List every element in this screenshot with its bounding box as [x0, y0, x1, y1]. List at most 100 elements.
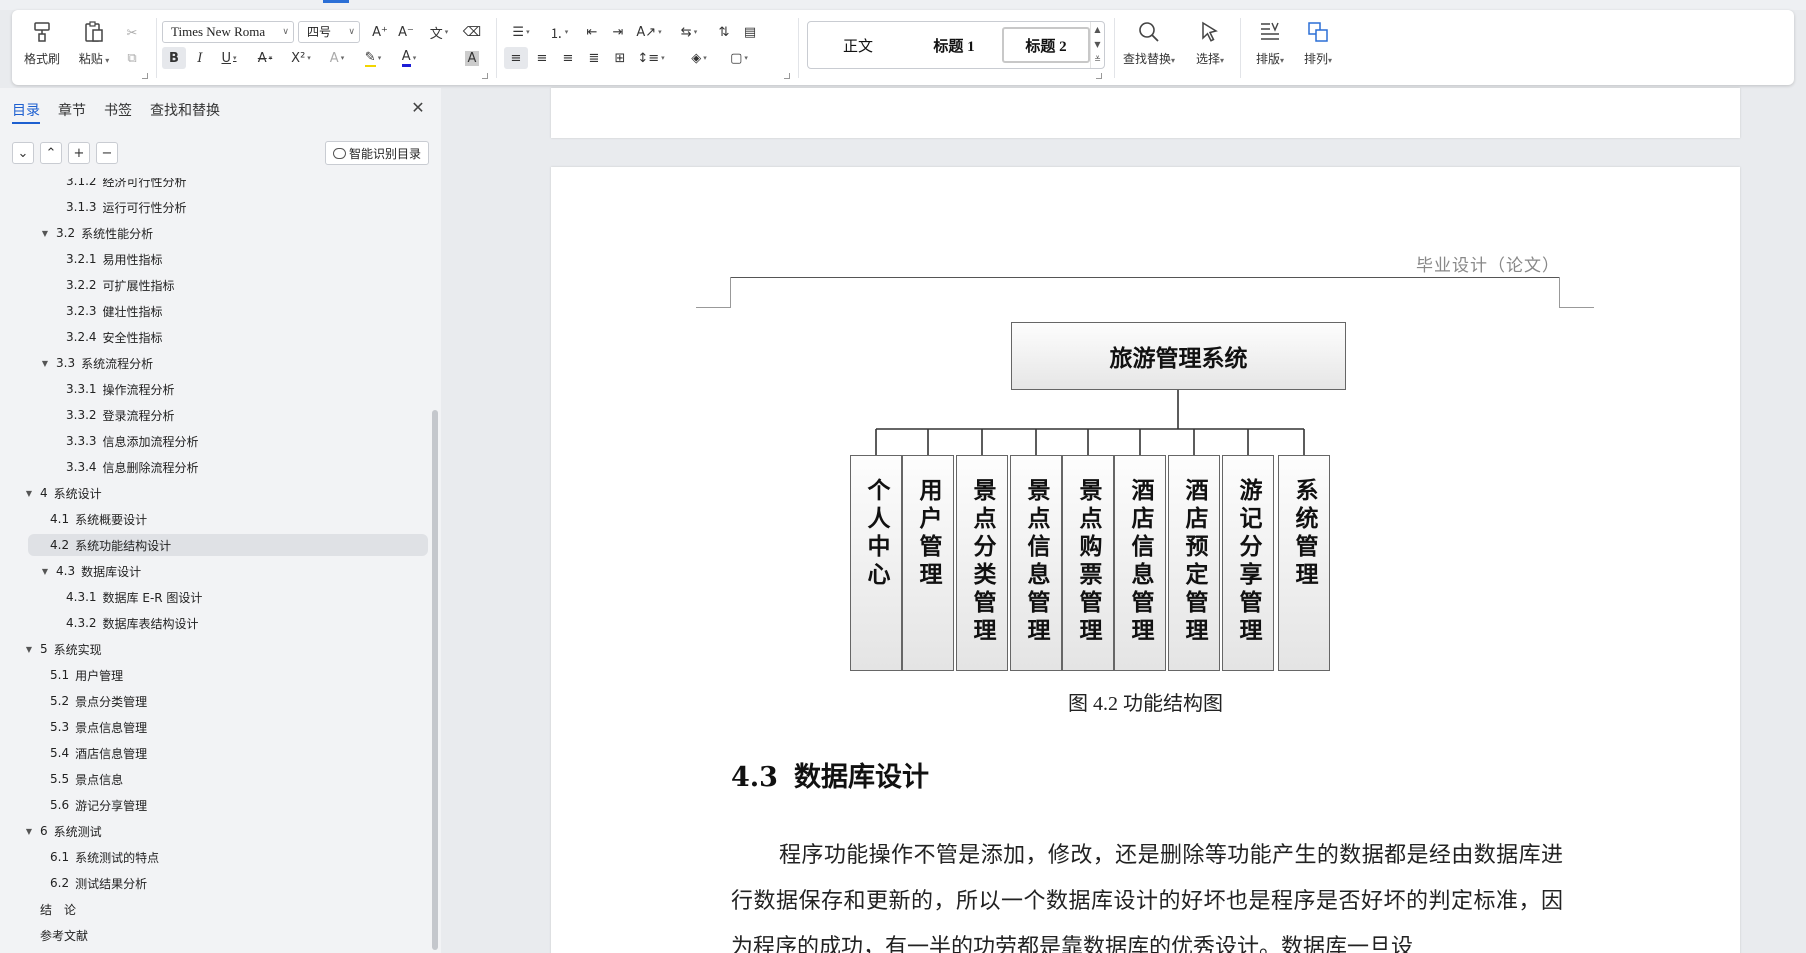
tab-bookmarks[interactable]: 书签 [104, 100, 132, 124]
style-heading-2[interactable]: 标题 2 [1002, 27, 1090, 63]
style-normal[interactable]: 正文 [814, 27, 902, 63]
style-heading-1[interactable]: 标题 1 [910, 27, 998, 63]
toc-item[interactable]: ▼ 3.3 系统流程分析 [0, 352, 153, 374]
toc-item[interactable]: ▼ 6 系统测试 [0, 820, 102, 842]
paragraph-launcher-icon[interactable] [784, 73, 790, 79]
tab-toc[interactable]: 目录 [12, 100, 40, 124]
toc-item[interactable]: 3.2.4 安全性指标 [0, 326, 163, 348]
select-button[interactable]: 选择▾ [1186, 16, 1234, 78]
toc-item[interactable]: 3.3.1 操作流程分析 [0, 378, 175, 400]
toc-item[interactable]: 5.5 景点信息 [0, 768, 123, 790]
toc-item[interactable]: 3.3.3 信息添加流程分析 [0, 430, 199, 452]
highlight-button[interactable]: ✎ ▾ [356, 47, 390, 69]
chevron-down-icon[interactable]: ▼ [1091, 37, 1104, 52]
format-painter-button[interactable]: 格式刷 [18, 16, 66, 78]
style-gallery-scroll[interactable]: ▲ ▼ ≚ [1090, 22, 1104, 68]
expand-down-button[interactable]: ⌄ [12, 142, 34, 164]
underline-button[interactable]: U ▾ [212, 47, 246, 69]
clipboard-launcher-icon[interactable] [142, 73, 148, 79]
toc-item[interactable]: 3.1.3 运行可行性分析 [0, 196, 187, 218]
toc-item[interactable]: 6.2 测试结果分析 [0, 872, 147, 894]
toc-item[interactable]: 5.3 景点信息管理 [0, 716, 147, 738]
distribute-button[interactable]: ⊞ [608, 47, 632, 69]
diagram-child-node[interactable]: 酒店预定管理 [1168, 455, 1220, 671]
expand-triangle-icon[interactable]: ▼ [40, 359, 50, 368]
arrange-button[interactable]: 排列▾ [1296, 16, 1340, 78]
expand-gallery-icon[interactable]: ≚ [1091, 52, 1104, 67]
tab-find-replace[interactable]: 查找和替换 [150, 100, 220, 124]
borders-button[interactable]: ▢ ▾ [722, 47, 756, 69]
bullet-list-button[interactable]: ☰ ▾ [504, 21, 538, 43]
toc-item[interactable]: 4.2 系统功能结构设计 [28, 534, 428, 556]
clear-format-button[interactable]: ⌫ [460, 21, 484, 43]
expand-triangle-icon[interactable]: ▼ [24, 645, 34, 654]
text-direction-button[interactable]: A↗ ▾ [632, 21, 666, 43]
font-launcher-icon[interactable] [482, 73, 488, 79]
text-effect-button[interactable]: A ▾ [320, 47, 354, 69]
diagram-child-node[interactable]: 景点购票管理 [1062, 455, 1114, 671]
diagram-child-node[interactable]: 景点分类管理 [956, 455, 1008, 671]
shrink-font-button[interactable]: A⁻ [394, 21, 418, 43]
toc-item[interactable]: ▼ 5 系统实现 [0, 638, 102, 660]
diagram-child-node[interactable]: 用户管理 [902, 455, 954, 671]
toc-item[interactable]: ▼ 4 系统设计 [0, 482, 102, 504]
diagram-child-node[interactable]: 系统管理 [1278, 455, 1330, 671]
toc-item[interactable]: 5.1 用户管理 [0, 664, 123, 686]
sort-button[interactable]: ⇅ [712, 21, 736, 43]
close-icon[interactable]: ✕ [408, 98, 428, 118]
diagram-child-node[interactable]: 酒店信息管理 [1114, 455, 1166, 671]
styles-launcher-icon[interactable] [1096, 73, 1102, 79]
align-center-button[interactable]: ≡ [530, 47, 554, 69]
layout-button[interactable]: 排版▾ [1248, 16, 1292, 78]
font-size-select[interactable]: 四号 ∨ [298, 21, 360, 43]
expand-triangle-icon[interactable]: ▼ [24, 827, 34, 836]
toc-item[interactable]: ▼ 4.3 数据库设计 [0, 560, 141, 582]
diagram-child-node[interactable]: 个人中心 [850, 455, 902, 671]
paste-button[interactable]: 粘贴 ▾ [70, 16, 118, 78]
collapse-up-button[interactable]: ⌃ [40, 142, 62, 164]
toc-item[interactable]: 4.3.1 数据库 E-R 图设计 [0, 586, 202, 608]
toc-item[interactable]: 4.1 系统概要设计 [0, 508, 147, 530]
toc-item[interactable]: 5.6 游记分享管理 [0, 794, 147, 816]
toc-item[interactable]: 5.4 酒店信息管理 [0, 742, 147, 764]
toc-item[interactable]: 6.1 系统测试的特点 [0, 846, 159, 868]
toc-item[interactable]: 3.3.4 信息删除流程分析 [0, 456, 199, 478]
toc-item[interactable]: 5.2 景点分类管理 [0, 690, 147, 712]
toc-item[interactable]: 3.3.2 登录流程分析 [0, 404, 175, 426]
toc-item[interactable]: 4.3.2 数据库表结构设计 [0, 612, 199, 634]
convert-button[interactable]: ⇆ ▾ [672, 21, 706, 43]
shading-button[interactable]: ◈ ▾ [682, 47, 716, 69]
copy-button[interactable]: ⧉ [120, 47, 144, 69]
show-marks-button[interactable]: ▤ [738, 21, 762, 43]
increase-indent-button[interactable]: ⇥ [606, 21, 630, 43]
diagram-root-node[interactable]: 旅游管理系统 [1011, 322, 1346, 390]
nav-scrollbar[interactable] [432, 410, 438, 950]
justify-button[interactable]: ≣ [582, 47, 606, 69]
toc-item[interactable]: 3.2.2 可扩展性指标 [0, 274, 175, 296]
font-color-button[interactable]: A ▾ [392, 47, 426, 69]
toc-item[interactable]: ▼ 3.2 系统性能分析 [0, 222, 153, 244]
toc-item[interactable]: 3.2.3 健壮性指标 [0, 300, 163, 322]
remove-heading-button[interactable]: − [96, 142, 118, 164]
cut-button[interactable]: ✂ [120, 22, 144, 44]
superscript-button[interactable]: X² ▾ [284, 47, 318, 69]
toc-item[interactable]: 参考文献 [0, 924, 88, 946]
toc-item[interactable]: 3.2.1 易用性指标 [0, 248, 163, 270]
tab-chapters[interactable]: 章节 [58, 100, 86, 124]
smart-toc-button[interactable]: 智能识别目录 [325, 141, 429, 165]
decrease-indent-button[interactable]: ⇤ [580, 21, 604, 43]
chevron-up-icon[interactable]: ▲ [1091, 22, 1104, 37]
grow-font-button[interactable]: A⁺ [368, 21, 392, 43]
bold-button[interactable]: B [162, 47, 186, 69]
expand-triangle-icon[interactable]: ▼ [24, 489, 34, 498]
line-spacing-button[interactable]: ↕≡ ▾ [634, 47, 668, 69]
toc-item[interactable]: 3.1.2 经济可行性分析 [0, 178, 187, 192]
char-shading-button[interactable]: A [460, 47, 484, 69]
strikethrough-button[interactable]: A ▾ [248, 47, 282, 69]
add-heading-button[interactable]: + [68, 142, 90, 164]
numbered-list-button[interactable]: ⒈ ▾ [542, 21, 576, 43]
phonetic-button[interactable]: 文 ▾ [422, 21, 456, 43]
italic-button[interactable]: I [188, 47, 212, 69]
font-name-select[interactable]: Times New Roma ∨ [162, 21, 294, 43]
toc-item[interactable]: 结 论 [0, 898, 76, 920]
